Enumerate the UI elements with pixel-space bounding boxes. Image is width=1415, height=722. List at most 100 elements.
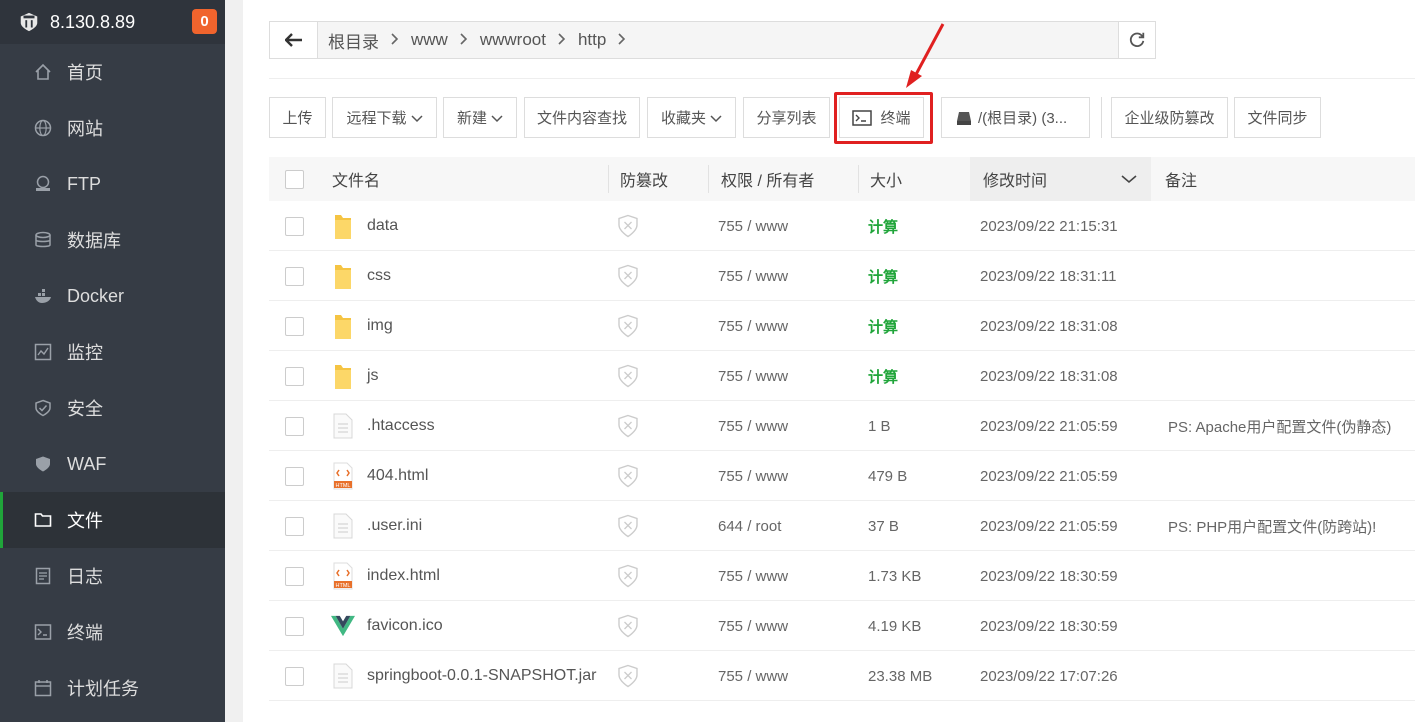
col-size[interactable]: 大小 bbox=[870, 157, 902, 201]
row-checkbox[interactable] bbox=[285, 616, 304, 636]
back-button[interactable] bbox=[270, 22, 318, 58]
table-row[interactable]: springboot-0.0.1-SNAPSHOT.jar 755 / www 23… bbox=[269, 651, 1415, 701]
enterprise-protect-button[interactable]: 企业级防篡改 bbox=[1111, 97, 1228, 138]
upload-button[interactable]: 上传 bbox=[269, 97, 326, 138]
file-note[interactable]: PS: Apache用户配置文件(伪静态) bbox=[1168, 401, 1391, 451]
file-perm[interactable]: 755 / www bbox=[718, 451, 788, 501]
notification-badge[interactable]: 0 bbox=[192, 9, 217, 34]
col-perm[interactable]: 权限 / 所有者 bbox=[721, 157, 814, 201]
sidebar-item-ftp[interactable]: FTP bbox=[0, 156, 225, 212]
protect-toggle[interactable] bbox=[617, 201, 639, 251]
file-perm[interactable]: 755 / www bbox=[718, 351, 788, 401]
protect-toggle[interactable] bbox=[617, 351, 639, 401]
file-perm[interactable]: 755 / www bbox=[718, 401, 788, 451]
table-row[interactable]: HTML 404.html 755 / www 479 B 2023/09/22 21:… bbox=[269, 451, 1415, 501]
breadcrumb-item[interactable]: 根目录 bbox=[324, 28, 383, 53]
sidebar-item-log[interactable]: 日志 bbox=[0, 548, 225, 604]
row-select-cell bbox=[285, 451, 304, 501]
file-note[interactable]: PS: PHP用户配置文件(防跨站)! bbox=[1168, 501, 1376, 551]
row-checkbox[interactable] bbox=[285, 366, 304, 386]
table-row[interactable]: favicon.ico 755 / www 4.19 KB 2023/09/22 18… bbox=[269, 601, 1415, 651]
sidebar-item-calendar[interactable]: 计划任务 bbox=[0, 660, 225, 716]
file-name[interactable]: 404.html bbox=[367, 451, 428, 501]
row-checkbox[interactable] bbox=[285, 666, 304, 686]
sidebar-item-database[interactable]: 数据库 bbox=[0, 212, 225, 268]
row-checkbox[interactable] bbox=[285, 466, 304, 486]
row-select-cell bbox=[285, 251, 304, 301]
file-name[interactable]: img bbox=[367, 301, 393, 351]
table-row[interactable]: data 755 / www 计算 2023/09/22 21:15:31 bbox=[269, 201, 1415, 251]
refresh-button[interactable] bbox=[1118, 21, 1156, 59]
col-protect[interactable]: 防篡改 bbox=[620, 157, 668, 201]
breadcrumb-item[interactable]: www bbox=[407, 30, 452, 50]
col-name[interactable]: 文件名 bbox=[332, 157, 380, 201]
file-name[interactable]: .htaccess bbox=[367, 401, 435, 451]
protect-toggle[interactable] bbox=[617, 451, 639, 501]
file-icon bbox=[333, 513, 353, 539]
file-perm[interactable]: 755 / www bbox=[718, 601, 788, 651]
file-sync-button[interactable]: 文件同步 bbox=[1234, 97, 1321, 138]
content-search-button[interactable]: 文件内容查找 bbox=[524, 97, 640, 138]
select-all-checkbox[interactable] bbox=[285, 169, 304, 189]
breadcrumb-item[interactable]: wwwroot bbox=[476, 30, 550, 50]
breadcrumb-item[interactable]: http bbox=[574, 30, 610, 50]
file-size[interactable]: 计算 bbox=[868, 201, 898, 251]
row-checkbox[interactable] bbox=[285, 566, 304, 586]
file-perm[interactable]: 755 / www bbox=[718, 251, 788, 301]
col-note[interactable]: 备注 bbox=[1165, 157, 1197, 201]
sidebar-item-folder[interactable]: 文件 bbox=[0, 492, 225, 548]
table-row[interactable]: js 755 / www 计算 2023/09/22 18:31:08 bbox=[269, 351, 1415, 401]
protect-toggle[interactable] bbox=[617, 301, 639, 351]
protect-toggle[interactable] bbox=[617, 401, 639, 451]
sidebar-item-home[interactable]: 首页 bbox=[0, 44, 225, 100]
file-name[interactable]: css bbox=[367, 251, 391, 301]
sidebar-item-shield[interactable]: 安全 bbox=[0, 380, 225, 436]
col-perm-label: 权限 / 所有者 bbox=[721, 173, 815, 190]
file-perm[interactable]: 755 / www bbox=[718, 551, 788, 601]
new-button[interactable]: 新建 bbox=[443, 97, 517, 138]
refresh-icon bbox=[1129, 32, 1145, 47]
sidebar-item-waf[interactable]: WAF bbox=[0, 436, 225, 492]
file-perm[interactable]: 755 / www bbox=[718, 201, 788, 251]
row-checkbox[interactable] bbox=[285, 416, 304, 436]
protect-toggle[interactable] bbox=[617, 501, 639, 551]
file-name[interactable]: favicon.ico bbox=[367, 601, 443, 651]
share-list-button[interactable]: 分享列表 bbox=[743, 97, 830, 138]
sidebar-item-globe[interactable]: 网站 bbox=[0, 100, 225, 156]
table-row[interactable]: css 755 / www 计算 2023/09/22 18:31:11 bbox=[269, 251, 1415, 301]
row-checkbox[interactable] bbox=[285, 216, 304, 236]
protect-toggle[interactable] bbox=[617, 601, 639, 651]
sidebar-item-monitor[interactable]: 监控 bbox=[0, 324, 225, 380]
protect-toggle[interactable] bbox=[617, 551, 639, 601]
sidebar-item-label: WAF bbox=[67, 453, 107, 474]
file-size[interactable]: 计算 bbox=[868, 351, 898, 401]
file-name[interactable]: data bbox=[367, 201, 398, 251]
row-checkbox[interactable] bbox=[285, 516, 304, 536]
file-size[interactable]: 计算 bbox=[868, 251, 898, 301]
protect-toggle[interactable] bbox=[617, 251, 639, 301]
table-row[interactable]: .user.ini 644 / root 37 B 2023/09/22 21:05:… bbox=[269, 501, 1415, 551]
table-row[interactable]: .htaccess 755 / www 1 B 2023/09/22 21:05:59… bbox=[269, 401, 1415, 451]
protect-toggle[interactable] bbox=[617, 651, 639, 701]
file-type-icon: HTML bbox=[331, 561, 355, 591]
file-perm[interactable]: 644 / root bbox=[718, 501, 781, 551]
table-row[interactable]: img 755 / www 计算 2023/09/22 18:31:08 bbox=[269, 301, 1415, 351]
terminal-button[interactable]: 终端 bbox=[839, 97, 924, 138]
file-name[interactable]: index.html bbox=[367, 551, 440, 601]
favorites-button[interactable]: 收藏夹 bbox=[647, 97, 736, 138]
file-perm[interactable]: 755 / www bbox=[718, 651, 788, 701]
col-mtime[interactable]: 修改时间 bbox=[970, 157, 1151, 201]
file-name[interactable]: springboot-0.0.1-SNAPSHOT.jar bbox=[367, 651, 596, 701]
file-perm[interactable]: 755 / www bbox=[718, 301, 788, 351]
file-name[interactable]: .user.ini bbox=[367, 501, 422, 551]
table-row[interactable]: HTML index.html 755 / www 1.73 KB 2023/09/22… bbox=[269, 551, 1415, 601]
remote-download-button[interactable]: 远程下载 bbox=[332, 97, 437, 138]
row-checkbox[interactable] bbox=[285, 316, 304, 336]
home-icon bbox=[34, 63, 52, 81]
disk-button[interactable]: /(根目录) (3... bbox=[941, 97, 1090, 138]
sidebar-item-docker[interactable]: Docker bbox=[0, 268, 225, 324]
row-checkbox[interactable] bbox=[285, 266, 304, 286]
file-name[interactable]: js bbox=[367, 351, 379, 401]
sidebar-item-terminal[interactable]: 终端 bbox=[0, 604, 225, 660]
file-size[interactable]: 计算 bbox=[868, 301, 898, 351]
